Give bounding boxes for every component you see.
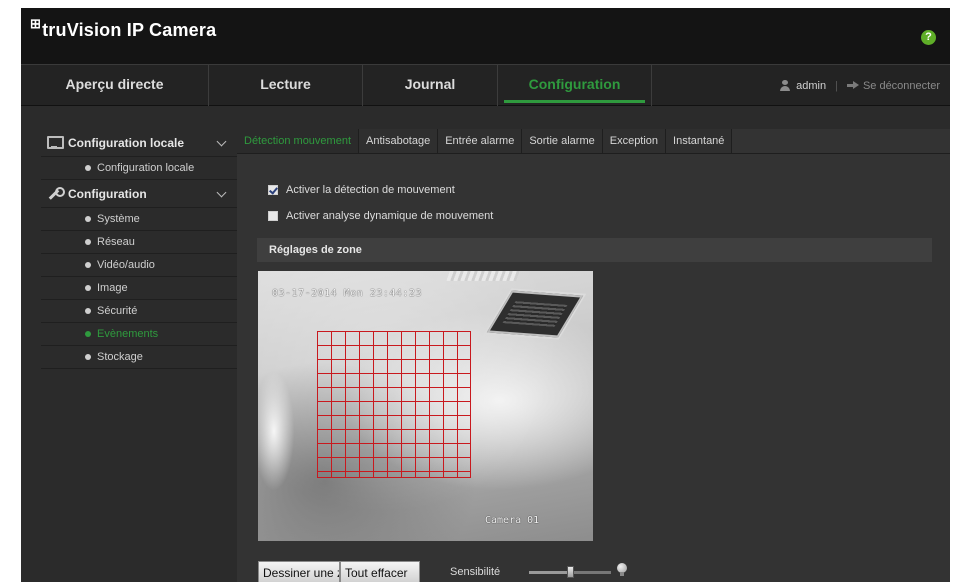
clear-all-button[interactable]: Tout effacer [340,561,420,582]
enable-dynamic-analysis-label: Activer analyse dynamique de mouvement [286,210,494,222]
help-icon[interactable]: ? [921,30,936,45]
camera-timestamp: 03-17-2014 Mon 23:44:23 [272,288,422,299]
wrench-icon [47,187,65,200]
subtab-tamper[interactable]: Antisabotage [359,129,439,153]
nav-separator: | [835,79,838,92]
logout-icon [846,81,859,90]
enable-dynamic-analysis-row: Activer analyse dynamique de mouvement [268,210,493,222]
sidebar-item-system[interactable]: Système [41,208,237,231]
sidebar-group-configuration[interactable]: Configuration [41,180,237,208]
sidebar-item-label: Réseau [97,236,135,248]
bullet-icon [85,331,91,337]
username: admin [796,79,827,92]
bullet-icon [85,354,91,360]
motion-detection-grid[interactable] [317,331,471,478]
sidebar-item-label: Stockage [97,351,143,363]
sidebar-item-label: Evènements [97,328,159,340]
sidebar-group-label: Configuration locale [68,135,185,150]
sidebar-item-label: Image [97,282,128,294]
bullet-icon [85,216,91,222]
sidebar-item-label: Système [97,213,140,225]
sidebar-item-label: Vidéo/audio [97,259,155,271]
ceiling-light [446,271,520,281]
sidebar-group-local-config[interactable]: Configuration locale [41,129,237,157]
zone-settings-header: Réglages de zone [257,238,932,262]
logout-button[interactable]: Se déconnecter [846,79,940,92]
sidebar-item-security[interactable]: Sécurité [41,300,237,323]
sidebar-item-label: Sécurité [97,305,138,317]
header: ⊞ truVision IP Camera ? [21,8,950,64]
main-nav: Aperçu directe Lecture Journal Configura… [21,64,950,106]
camera-name: Camera 01 [485,515,540,526]
tab-live-view[interactable]: Aperçu directe [21,65,209,106]
subtab-bar: Détection mouvement Antisabotage Entrée … [237,129,950,154]
monitor-icon [47,136,64,149]
sidebar-item-video-audio[interactable]: Vidéo/audio [41,254,237,277]
sidebar-item-storage[interactable]: Stockage [41,346,237,369]
bulb-icon [617,563,627,577]
chevron-down-icon [216,187,227,198]
draw-area-button[interactable]: Dessiner une zone [258,561,340,582]
tab-log[interactable]: Journal [363,65,498,106]
light-glare [258,361,298,501]
tab-configuration[interactable]: Configuration [498,65,652,106]
subtab-exception[interactable]: Exception [602,129,667,153]
user-icon [780,80,791,91]
sensitivity-slider-thumb[interactable] [566,566,574,578]
user-area: admin | Se déconnecter [780,65,940,106]
sensitivity-fill [529,571,570,574]
sidebar-item-network[interactable]: Réseau [41,231,237,254]
subtab-snapshot[interactable]: Instantané [666,129,733,153]
logo-icon: ⊞ [30,16,42,31]
subtab-alarm-input[interactable]: Entrée alarme [438,129,523,153]
subtab-alarm-output[interactable]: Sortie alarme [522,129,603,153]
bullet-icon [85,308,91,314]
enable-motion-detection-row: Activer la détection de mouvement [268,184,455,196]
sidebar: Configuration locale Configuration local… [41,129,237,369]
chevron-down-icon [216,136,227,147]
bullet-icon [85,239,91,245]
camera-preview[interactable]: 03-17-2014 Mon 23:44:23 Camera 01 [258,271,593,541]
bullet-icon [85,262,91,268]
enable-dynamic-analysis-checkbox[interactable] [268,211,278,221]
content-panel: Détection mouvement Antisabotage Entrée … [237,129,950,582]
bullet-icon [85,165,91,171]
tab-playback[interactable]: Lecture [209,65,363,106]
app-window: ⊞ truVision IP Camera ? Aperçu directe L… [21,8,950,582]
vent-icon [486,290,584,338]
sensitivity-label: Sensibilité [450,566,501,578]
subtab-motion-detection[interactable]: Détection mouvement [237,129,359,153]
logo: ⊞ truVision IP Camera [30,16,217,41]
sidebar-group-label: Configuration [68,186,147,201]
bullet-icon [85,285,91,291]
app-title: truVision IP Camera [42,20,217,40]
enable-motion-detection-checkbox[interactable] [268,185,278,195]
sidebar-item-image[interactable]: Image [41,277,237,300]
sidebar-item-events[interactable]: Evènements [41,323,237,346]
sidebar-item-local-config[interactable]: Configuration locale [41,157,237,180]
logout-label: Se déconnecter [862,79,940,92]
enable-motion-detection-label: Activer la détection de mouvement [286,184,455,196]
sidebar-item-label: Configuration locale [97,162,195,174]
